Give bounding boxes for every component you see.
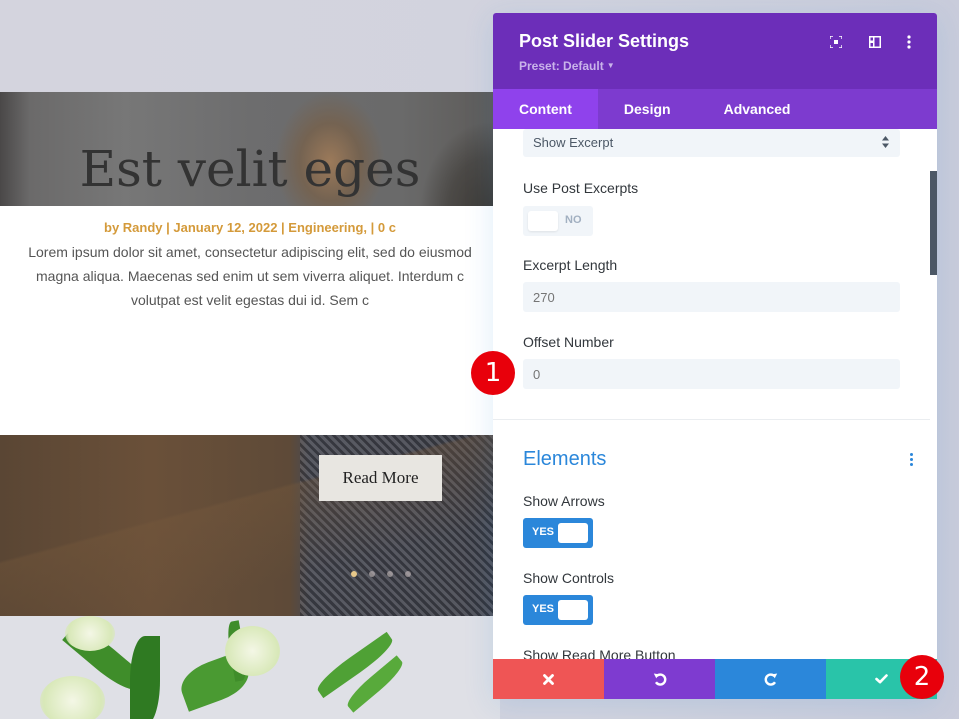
modal-header: Post Slider Settings Preset: Default ▼ [493,13,937,89]
toggle-knob [558,523,588,543]
excerpt-length-input[interactable] [523,282,900,312]
more-options-icon[interactable] [900,33,918,51]
split-view-icon[interactable] [866,33,884,51]
annotation-badge-2: 2 [900,655,944,699]
slider-dot[interactable] [351,571,357,577]
settings-body: Show Excerpt Use Post Excerpts NO Excerp… [493,129,937,659]
post-slider-settings-modal: Post Slider Settings Preset: Default ▼ Co… [493,13,937,699]
content-display-select[interactable]: Show Excerpt [523,129,900,157]
undo-icon [653,673,666,686]
annotation-badge-1: 1 [471,351,515,395]
show-controls-toggle[interactable]: YES [523,595,593,625]
slider-dot[interactable] [387,571,393,577]
toggle-state-label: YES [532,603,555,615]
modal-footer [493,659,937,699]
fullscreen-icon[interactable] [827,33,845,51]
toggle-state-label: YES [532,526,555,538]
close-icon [543,673,554,685]
caret-down-icon: ▼ [606,61,615,70]
excerpt-length-label: Excerpt Length [523,257,618,273]
show-controls-label: Show Controls [523,570,615,586]
settings-scrollbar[interactable] [930,171,937,275]
show-arrows-toggle[interactable]: YES [523,518,593,548]
toggle-state-label: NO [565,214,582,226]
toggle-knob [528,211,558,231]
leaf-shape [130,636,160,719]
section-menu-icon[interactable] [910,453,914,469]
settings-tabs: Content Design Advanced [493,89,937,129]
preset-dropdown[interactable]: Preset: Default ▼ [519,59,615,73]
flower-bloom [65,616,115,651]
flower-image [0,616,500,719]
section-divider [493,419,930,420]
elements-section-title[interactable]: Elements [523,448,606,471]
offset-number-input[interactable] [523,359,900,389]
flower-bloom [40,676,105,719]
show-read-more-label: Show Read More Button [523,647,676,659]
tab-advanced[interactable]: Advanced [698,89,817,129]
tab-design[interactable]: Design [598,89,698,129]
flower-bloom [225,626,280,676]
cancel-button[interactable] [493,659,604,699]
check-icon [875,674,888,684]
offset-number-label: Offset Number [523,334,614,350]
select-arrows-icon [882,136,889,148]
use-post-excerpts-toggle[interactable]: NO [523,206,593,236]
toggle-knob [558,600,588,620]
redo-button[interactable] [715,659,826,699]
tab-content[interactable]: Content [493,89,598,129]
undo-button[interactable] [604,659,715,699]
modal-title: Post Slider Settings [519,31,690,51]
slider-dot[interactable] [405,571,411,577]
preset-label: Preset: Default [519,59,604,73]
slider-controls [351,571,411,577]
use-post-excerpts-label: Use Post Excerpts [523,180,639,196]
redo-icon [764,673,777,686]
slider-dot[interactable] [369,571,375,577]
show-arrows-label: Show Arrows [523,493,605,509]
read-more-button[interactable]: Read More [319,455,442,501]
select-value: Show Excerpt [533,135,614,150]
